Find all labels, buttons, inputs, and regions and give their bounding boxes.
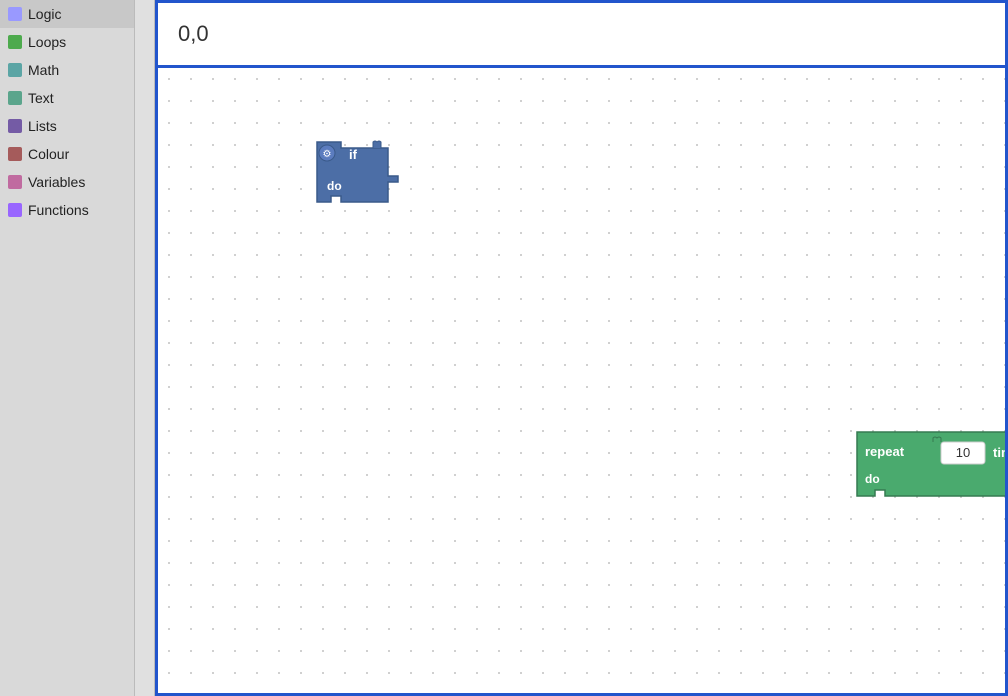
coordinates-display: 0,0 <box>178 21 209 47</box>
svg-text:times: times <box>993 445 1008 460</box>
sidebar-color-colour <box>8 147 22 161</box>
sidebar-color-loops <box>8 35 22 49</box>
sidebar-color-functions <box>8 203 22 217</box>
main-area: 0,0 ⚙ if do <box>155 0 1008 696</box>
svg-text:if: if <box>349 147 358 162</box>
sidebar-label-variables: Variables <box>28 174 85 190</box>
sidebar: Logic Loops Math Text Lists Colour Variables Fu… <box>0 0 135 696</box>
sidebar-color-variables <box>8 175 22 189</box>
coordinates-bar: 0,0 <box>155 0 1008 68</box>
repeat-block[interactable]: repeat 10 times do <box>853 428 1008 500</box>
svg-text:do: do <box>327 179 342 193</box>
sidebar-label-text: Text <box>28 90 54 106</box>
sidebar-label-lists: Lists <box>28 118 57 134</box>
sidebar-label-colour: Colour <box>28 146 69 162</box>
sidebar-item-lists[interactable]: Lists <box>0 112 134 140</box>
sidebar-label-logic: Logic <box>28 6 61 22</box>
if-block[interactable]: ⚙ if do <box>313 138 408 206</box>
sidebar-label-loops: Loops <box>28 34 66 50</box>
sidebar-item-loops[interactable]: Loops <box>0 28 134 56</box>
sidebar-label-math: Math <box>28 62 59 78</box>
sidebar-item-math[interactable]: Math <box>0 56 134 84</box>
svg-text:do: do <box>865 472 880 486</box>
sidebar-color-logic <box>8 7 22 21</box>
sidebar-label-functions: Functions <box>28 202 89 218</box>
sidebar-item-functions[interactable]: Functions <box>0 196 134 224</box>
sidebar-color-text <box>8 91 22 105</box>
sidebar-color-math <box>8 63 22 77</box>
toolbox-strip <box>135 0 155 696</box>
sidebar-item-colour[interactable]: Colour <box>0 140 134 168</box>
svg-text:10: 10 <box>956 445 970 460</box>
canvas-area[interactable]: ⚙ if do repeat 10 times <box>155 68 1008 696</box>
svg-text:⚙: ⚙ <box>323 149 332 160</box>
sidebar-item-text[interactable]: Text <box>0 84 134 112</box>
sidebar-color-lists <box>8 119 22 133</box>
svg-text:repeat: repeat <box>865 444 905 459</box>
sidebar-item-logic[interactable]: Logic <box>0 0 134 28</box>
sidebar-item-variables[interactable]: Variables <box>0 168 134 196</box>
